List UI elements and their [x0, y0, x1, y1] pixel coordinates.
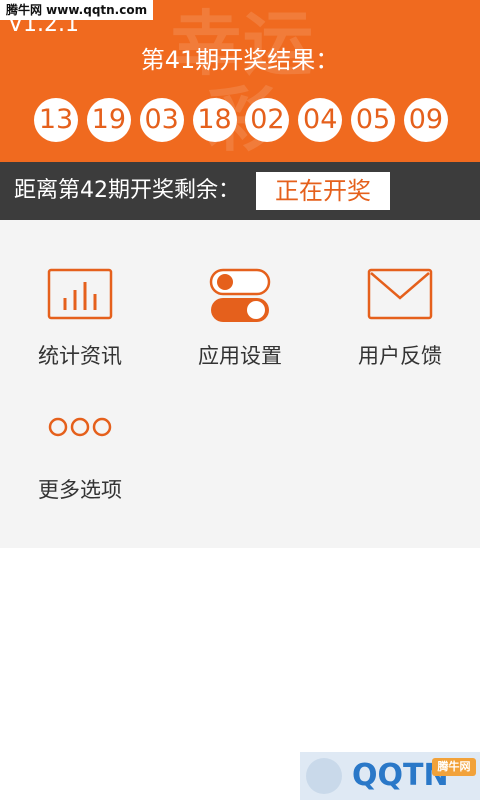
number-ball: 02 [245, 98, 290, 142]
menu-item-more[interactable]: 更多选项 [0, 380, 160, 510]
menu-item-label: 更多选项 [38, 478, 122, 502]
menu-item-label: 应用设置 [198, 344, 282, 368]
winning-numbers: 13 19 03 18 02 04 05 09 [34, 98, 448, 142]
number-ball: 05 [351, 98, 396, 142]
watermark-bottom: QQTN 腾牛网 [300, 752, 480, 800]
menu-item-label: 用户反馈 [358, 344, 442, 368]
menu-item-label: 统计资讯 [38, 344, 122, 368]
number-ball: 04 [298, 98, 343, 142]
menu-item-feedback[interactable]: 用户反馈 [320, 220, 480, 380]
number-ball: 03 [139, 98, 184, 142]
chart-icon [47, 268, 113, 320]
watermark-badge: 腾牛网 [432, 758, 476, 776]
mail-icon [367, 268, 433, 320]
number-ball: 13 [34, 98, 78, 142]
number-ball: 18 [192, 98, 237, 142]
number-ball: 19 [86, 98, 131, 142]
menu-item-settings[interactable]: 应用设置 [160, 220, 320, 380]
countdown-bar: 距离第42期开奖剩余： 正在开奖 [0, 162, 480, 220]
menu-grid: 统计资讯 应用设置 用户反馈 更多选项 [0, 220, 480, 548]
draw-status-badge: 正在开奖 [256, 172, 390, 210]
result-title: 第41期开奖结果： [140, 46, 340, 74]
countdown-label: 距离第42期开奖剩余： [14, 178, 240, 203]
menu-item-statistics[interactable]: 统计资讯 [0, 220, 160, 380]
number-ball: 09 [403, 98, 448, 142]
lottery-header: 幸运彩 V1.2.1 第41期开奖结果： 13 19 03 18 02 04 0… [0, 0, 480, 162]
more-icon [48, 417, 112, 437]
globe-icon [306, 758, 342, 794]
toggle-icon [209, 268, 271, 322]
watermark-top: 腾牛网 www.qqtn.com [0, 0, 154, 20]
